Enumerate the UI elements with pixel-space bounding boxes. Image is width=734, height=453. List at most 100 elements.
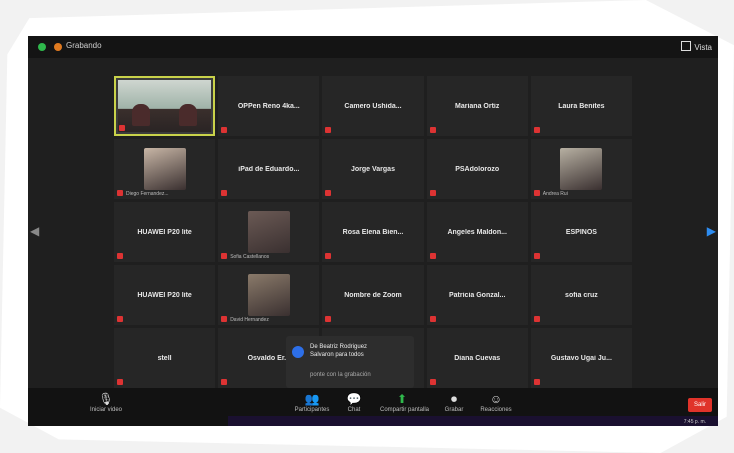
participant-name: Angeles Maldon...	[447, 228, 507, 236]
participant-name: HUAWEI P20 lite	[137, 291, 192, 299]
participant-tile[interactable]: Rosa Elena Bien...	[322, 202, 424, 262]
participant-tile[interactable]: Gustavo Ugai Ju...	[530, 328, 632, 388]
participant-name: Nombre de Zoom	[344, 291, 402, 299]
participant-tile[interactable]: HUAWEI P20 lite	[114, 265, 216, 325]
share-screen-button[interactable]: ⬆ Compartir pantalla	[380, 392, 430, 413]
participant-label: Andrea Rui	[542, 191, 568, 197]
record-button[interactable]: ⏺ Grabar	[432, 392, 476, 413]
participant-tile[interactable]: Jorge Vargas	[322, 139, 424, 199]
muted-mic-icon	[429, 316, 436, 322]
next-page-arrow-icon[interactable]: ▶	[707, 224, 716, 238]
muted-mic-icon	[533, 127, 540, 133]
start-video-button[interactable]: 🎙 Iniciar video	[84, 392, 128, 413]
participant-name: sofia cruz	[565, 291, 598, 299]
muted-mic-icon	[119, 125, 125, 131]
participant-tile[interactable]: Sofia Castellanos	[218, 202, 320, 262]
toolbar-label: Grabar	[444, 407, 464, 413]
person-figure	[179, 104, 198, 126]
participant-tile[interactable]: Laura Benites	[530, 76, 632, 136]
participant-name: Laura Benites	[558, 102, 605, 110]
participant-tile[interactable]: PSAdolorozo	[426, 139, 528, 199]
participant-label: Diego Fernandez...	[126, 191, 169, 197]
participant-name: OPPen Reno 4ka...	[237, 102, 300, 110]
participant-tile[interactable]: Nombre de Zoom	[322, 265, 424, 325]
participants-icon: 👥	[304, 392, 320, 406]
participant-tile[interactable]: HUAWEI P20 lite	[114, 202, 216, 262]
chat-button[interactable]: 💬 Chat	[332, 392, 376, 413]
muted-mic-icon	[221, 316, 228, 322]
participant-name: Gustavo Ugai Ju...	[550, 354, 612, 362]
muted-mic-icon	[221, 379, 228, 385]
muted-mic-icon	[429, 127, 436, 133]
view-button[interactable]: Vista	[681, 41, 712, 52]
zoom-window: Grabando Vista ◀ ▶ OPPen Reno 4ka... Came…	[28, 36, 718, 426]
participant-tile[interactable]: Diana Cuevas	[426, 328, 528, 388]
security-shield-icon	[38, 43, 46, 51]
participant-name: Mariana Ortiz	[455, 102, 500, 110]
muted-mic-icon	[533, 253, 540, 259]
participant-name: stell	[157, 354, 172, 362]
participant-label: Sofia Castellanos	[230, 254, 270, 260]
muted-mic-icon	[429, 379, 436, 385]
title-bar: Grabando Vista	[28, 36, 718, 58]
avatar	[292, 346, 304, 358]
muted-mic-icon	[221, 127, 228, 133]
participant-tile[interactable]: Diego Fernandez...	[114, 139, 216, 199]
participant-tile[interactable]: David Hernandez	[218, 265, 320, 325]
muted-mic-icon	[221, 253, 228, 259]
muted-mic-icon	[429, 253, 436, 259]
reactions-button[interactable]: ☺ Reacciones	[474, 392, 518, 413]
participant-tile[interactable]: stell	[114, 328, 216, 388]
participant-name: ESPINOS	[565, 228, 597, 236]
active-speaker-video	[118, 80, 212, 132]
gallery-view-icon	[681, 41, 692, 51]
previous-page-arrow-icon[interactable]: ◀	[30, 224, 39, 238]
participant-video	[247, 274, 290, 316]
participant-video	[247, 211, 290, 253]
person-figure	[132, 104, 150, 126]
muted-mic-icon	[325, 253, 332, 259]
participant-name: Camero Ushida...	[344, 102, 402, 110]
muted-mic-icon	[117, 316, 123, 322]
muted-mic-icon	[325, 316, 332, 322]
participant-name: Osvaldo Er...	[247, 354, 290, 362]
share-screen-icon: ⬆	[396, 392, 408, 406]
recording-icon	[54, 43, 62, 51]
participant-tile[interactable]: Camero Ushida...	[322, 76, 424, 136]
participant-tile[interactable]: Andrea Rui	[530, 139, 632, 199]
muted-mic-icon	[117, 253, 123, 259]
participant-tile[interactable]: Mariana Ortiz	[426, 76, 528, 136]
chat-notification-popup[interactable]: De Beatriz Rodriguez Salvaron para todos…	[286, 336, 414, 388]
chat-icon: 💬	[346, 392, 362, 406]
participant-name: Jorge Vargas	[351, 165, 395, 173]
participant-name: Patricia Gonzal...	[448, 291, 506, 299]
muted-mic-icon	[533, 316, 540, 322]
leave-button[interactable]: Salir	[687, 398, 712, 412]
toolbar-label: Chat	[347, 407, 361, 413]
toolbar-label: Compartir pantalla	[380, 407, 430, 413]
participant-tile[interactable]: OPPen Reno 4ka...	[218, 76, 320, 136]
record-icon: ⏺	[450, 392, 457, 406]
participants-button[interactable]: 👥 Participantes	[290, 392, 334, 413]
muted-mic-icon	[325, 190, 332, 196]
participant-tile[interactable]: ESPINOS	[530, 202, 632, 262]
participant-name: Rosa Elena Bien...	[342, 228, 404, 236]
participant-tile[interactable]: iPad de Eduardo...	[218, 139, 320, 199]
muted-mic-icon	[533, 379, 540, 385]
participant-tile[interactable]: sofia cruz	[530, 265, 632, 325]
participant-name: iPad de Eduardo...	[238, 165, 300, 173]
participant-name: Diana Cuevas	[454, 354, 501, 362]
toolbar-label: Participantes	[294, 407, 330, 413]
participant-label: David Hernandez	[230, 317, 269, 323]
participant-tile[interactable]	[114, 76, 216, 136]
participant-tile[interactable]: Angeles Maldon...	[426, 202, 528, 262]
toolbar-label: Reacciones	[480, 407, 512, 413]
popup-message: ponte con la grabación	[310, 372, 371, 378]
participant-video	[560, 148, 603, 190]
participant-name: PSAdolorozo	[455, 165, 500, 173]
muted-mic-icon	[117, 379, 123, 385]
popup-recipient: Salvaron para todos	[310, 352, 364, 358]
taskbar: 7:45 p. m.	[228, 416, 718, 426]
participant-tile[interactable]: Patricia Gonzal...	[426, 265, 528, 325]
popup-sender: De Beatriz Rodriguez	[310, 344, 368, 350]
